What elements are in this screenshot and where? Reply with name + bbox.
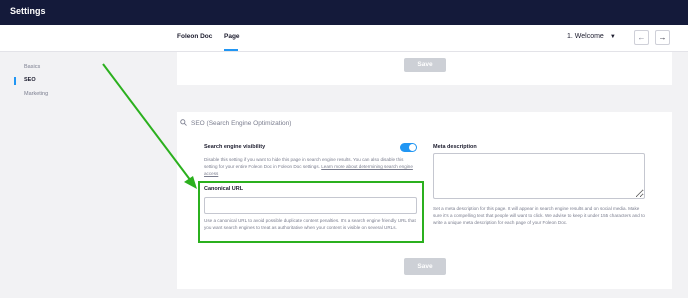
page-selector-value: 1. Welcome xyxy=(567,33,604,40)
search-visibility-label: Search engine visibility xyxy=(204,144,266,150)
tab-bar: Foleon Doc Page 1. Welcome ▼ ← → xyxy=(0,25,688,52)
page-selector[interactable]: 1. Welcome ▼ xyxy=(567,33,616,40)
meta-description-help: Set a meta description for this page. It… xyxy=(433,206,645,225)
search-visibility-help: Disable this setting if you want to hide… xyxy=(204,156,418,177)
save-button[interactable]: Save xyxy=(404,258,446,275)
active-tab-indicator xyxy=(224,49,238,51)
sidebar-item-basics[interactable]: Basics xyxy=(24,64,40,70)
top-bar: Settings xyxy=(0,0,688,25)
seo-section-title: SEO (Search Engine Optimization) xyxy=(191,120,292,127)
tab-page[interactable]: Page xyxy=(224,33,240,40)
search-visibility-toggle[interactable] xyxy=(400,143,417,152)
save-button-previous-section[interactable]: Save xyxy=(404,58,446,72)
annotation-highlight-box xyxy=(198,181,424,243)
page-title: Settings xyxy=(10,6,46,16)
next-page-button[interactable]: → xyxy=(655,30,670,45)
sidebar-item-seo[interactable]: SEO xyxy=(24,77,36,83)
arrow-left-icon: ← xyxy=(637,33,646,42)
meta-description-input[interactable] xyxy=(433,153,645,199)
tab-foleon-doc[interactable]: Foleon Doc xyxy=(177,33,212,40)
search-icon xyxy=(180,119,187,126)
meta-description-label: Meta description xyxy=(433,144,477,150)
sidebar-item-marketing[interactable]: Marketing xyxy=(24,91,48,97)
seo-section-header: SEO (Search Engine Optimization) xyxy=(180,119,291,127)
arrow-right-icon: → xyxy=(658,33,667,42)
chevron-down-icon: ▼ xyxy=(609,34,616,40)
previous-page-button[interactable]: ← xyxy=(634,30,649,45)
sidebar-active-indicator xyxy=(14,77,16,85)
settings-sidebar xyxy=(0,52,160,298)
